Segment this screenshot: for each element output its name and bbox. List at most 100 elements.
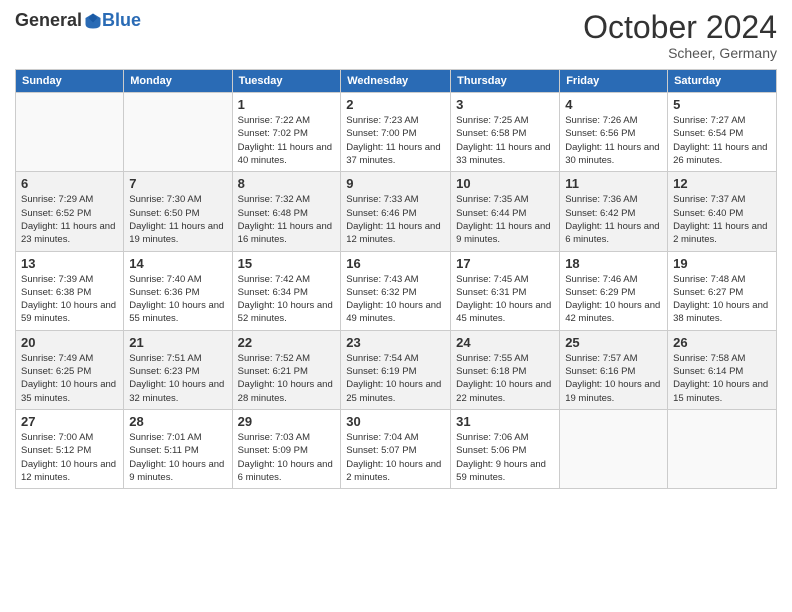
calendar-cell: 7 Sunrise: 7:30 AMSunset: 6:50 PMDayligh… xyxy=(124,172,232,251)
col-thursday: Thursday xyxy=(451,70,560,93)
cell-day-number: 23 xyxy=(346,335,445,350)
cell-day-number: 2 xyxy=(346,97,445,112)
cell-day-number: 25 xyxy=(565,335,662,350)
cell-day-number: 4 xyxy=(565,97,662,112)
calendar-cell: 27 Sunrise: 7:00 AMSunset: 5:12 PMDaylig… xyxy=(16,409,124,488)
calendar-cell: 26 Sunrise: 7:58 AMSunset: 6:14 PMDaylig… xyxy=(668,330,777,409)
cell-info: Sunrise: 7:45 AMSunset: 6:31 PMDaylight:… xyxy=(456,273,554,326)
logo: General Blue xyxy=(15,10,141,31)
cell-day-number: 6 xyxy=(21,176,118,191)
logo-blue: Blue xyxy=(102,10,141,31)
cell-day-number: 8 xyxy=(238,176,336,191)
cell-day-number: 19 xyxy=(673,256,771,271)
cell-day-number: 7 xyxy=(129,176,226,191)
cell-day-number: 26 xyxy=(673,335,771,350)
cell-info: Sunrise: 7:26 AMSunset: 6:56 PMDaylight:… xyxy=(565,114,662,167)
month-title: October 2024 xyxy=(583,10,777,45)
cell-info: Sunrise: 7:52 AMSunset: 6:21 PMDaylight:… xyxy=(238,352,336,405)
calendar-week-row: 6 Sunrise: 7:29 AMSunset: 6:52 PMDayligh… xyxy=(16,172,777,251)
cell-day-number: 14 xyxy=(129,256,226,271)
cell-info: Sunrise: 7:46 AMSunset: 6:29 PMDaylight:… xyxy=(565,273,662,326)
col-wednesday: Wednesday xyxy=(341,70,451,93)
calendar-cell: 25 Sunrise: 7:57 AMSunset: 6:16 PMDaylig… xyxy=(560,330,668,409)
cell-day-number: 21 xyxy=(129,335,226,350)
calendar-cell: 11 Sunrise: 7:36 AMSunset: 6:42 PMDaylig… xyxy=(560,172,668,251)
cell-info: Sunrise: 7:03 AMSunset: 5:09 PMDaylight:… xyxy=(238,431,336,484)
cell-info: Sunrise: 7:49 AMSunset: 6:25 PMDaylight:… xyxy=(21,352,118,405)
calendar-cell: 12 Sunrise: 7:37 AMSunset: 6:40 PMDaylig… xyxy=(668,172,777,251)
calendar-cell: 28 Sunrise: 7:01 AMSunset: 5:11 PMDaylig… xyxy=(124,409,232,488)
logo-icon xyxy=(84,12,102,30)
calendar-cell xyxy=(668,409,777,488)
calendar-cell: 15 Sunrise: 7:42 AMSunset: 6:34 PMDaylig… xyxy=(232,251,341,330)
cell-info: Sunrise: 7:06 AMSunset: 5:06 PMDaylight:… xyxy=(456,431,554,484)
calendar-cell: 17 Sunrise: 7:45 AMSunset: 6:31 PMDaylig… xyxy=(451,251,560,330)
calendar-cell: 14 Sunrise: 7:40 AMSunset: 6:36 PMDaylig… xyxy=(124,251,232,330)
calendar-week-row: 27 Sunrise: 7:00 AMSunset: 5:12 PMDaylig… xyxy=(16,409,777,488)
cell-info: Sunrise: 7:57 AMSunset: 6:16 PMDaylight:… xyxy=(565,352,662,405)
cell-day-number: 17 xyxy=(456,256,554,271)
calendar-cell: 4 Sunrise: 7:26 AMSunset: 6:56 PMDayligh… xyxy=(560,93,668,172)
cell-day-number: 24 xyxy=(456,335,554,350)
cell-info: Sunrise: 7:32 AMSunset: 6:48 PMDaylight:… xyxy=(238,193,336,246)
calendar-cell xyxy=(124,93,232,172)
cell-info: Sunrise: 7:39 AMSunset: 6:38 PMDaylight:… xyxy=(21,273,118,326)
cell-info: Sunrise: 7:23 AMSunset: 7:00 PMDaylight:… xyxy=(346,114,445,167)
calendar-cell: 16 Sunrise: 7:43 AMSunset: 6:32 PMDaylig… xyxy=(341,251,451,330)
cell-day-number: 1 xyxy=(238,97,336,112)
cell-info: Sunrise: 7:29 AMSunset: 6:52 PMDaylight:… xyxy=(21,193,118,246)
calendar-week-row: 13 Sunrise: 7:39 AMSunset: 6:38 PMDaylig… xyxy=(16,251,777,330)
calendar-cell: 29 Sunrise: 7:03 AMSunset: 5:09 PMDaylig… xyxy=(232,409,341,488)
calendar-cell xyxy=(560,409,668,488)
cell-info: Sunrise: 7:36 AMSunset: 6:42 PMDaylight:… xyxy=(565,193,662,246)
cell-info: Sunrise: 7:48 AMSunset: 6:27 PMDaylight:… xyxy=(673,273,771,326)
cell-info: Sunrise: 7:40 AMSunset: 6:36 PMDaylight:… xyxy=(129,273,226,326)
calendar-cell: 30 Sunrise: 7:04 AMSunset: 5:07 PMDaylig… xyxy=(341,409,451,488)
calendar-cell: 9 Sunrise: 7:33 AMSunset: 6:46 PMDayligh… xyxy=(341,172,451,251)
col-tuesday: Tuesday xyxy=(232,70,341,93)
calendar-cell: 22 Sunrise: 7:52 AMSunset: 6:21 PMDaylig… xyxy=(232,330,341,409)
cell-day-number: 31 xyxy=(456,414,554,429)
cell-info: Sunrise: 7:01 AMSunset: 5:11 PMDaylight:… xyxy=(129,431,226,484)
calendar-cell: 5 Sunrise: 7:27 AMSunset: 6:54 PMDayligh… xyxy=(668,93,777,172)
cell-day-number: 16 xyxy=(346,256,445,271)
calendar-cell: 23 Sunrise: 7:54 AMSunset: 6:19 PMDaylig… xyxy=(341,330,451,409)
cell-info: Sunrise: 7:42 AMSunset: 6:34 PMDaylight:… xyxy=(238,273,336,326)
calendar-week-row: 1 Sunrise: 7:22 AMSunset: 7:02 PMDayligh… xyxy=(16,93,777,172)
cell-info: Sunrise: 7:54 AMSunset: 6:19 PMDaylight:… xyxy=(346,352,445,405)
col-saturday: Saturday xyxy=(668,70,777,93)
cell-info: Sunrise: 7:25 AMSunset: 6:58 PMDaylight:… xyxy=(456,114,554,167)
cell-day-number: 30 xyxy=(346,414,445,429)
calendar-cell: 21 Sunrise: 7:51 AMSunset: 6:23 PMDaylig… xyxy=(124,330,232,409)
cell-day-number: 20 xyxy=(21,335,118,350)
cell-day-number: 9 xyxy=(346,176,445,191)
calendar-cell: 13 Sunrise: 7:39 AMSunset: 6:38 PMDaylig… xyxy=(16,251,124,330)
calendar-cell: 1 Sunrise: 7:22 AMSunset: 7:02 PMDayligh… xyxy=(232,93,341,172)
calendar-cell: 6 Sunrise: 7:29 AMSunset: 6:52 PMDayligh… xyxy=(16,172,124,251)
cell-info: Sunrise: 7:00 AMSunset: 5:12 PMDaylight:… xyxy=(21,431,118,484)
calendar-cell: 24 Sunrise: 7:55 AMSunset: 6:18 PMDaylig… xyxy=(451,330,560,409)
calendar-week-row: 20 Sunrise: 7:49 AMSunset: 6:25 PMDaylig… xyxy=(16,330,777,409)
cell-info: Sunrise: 7:58 AMSunset: 6:14 PMDaylight:… xyxy=(673,352,771,405)
cell-day-number: 3 xyxy=(456,97,554,112)
page: General Blue October 2024 Scheer, German… xyxy=(0,0,792,612)
cell-day-number: 15 xyxy=(238,256,336,271)
calendar-table: Sunday Monday Tuesday Wednesday Thursday… xyxy=(15,69,777,489)
cell-info: Sunrise: 7:27 AMSunset: 6:54 PMDaylight:… xyxy=(673,114,771,167)
cell-day-number: 28 xyxy=(129,414,226,429)
calendar-cell: 10 Sunrise: 7:35 AMSunset: 6:44 PMDaylig… xyxy=(451,172,560,251)
cell-info: Sunrise: 7:22 AMSunset: 7:02 PMDaylight:… xyxy=(238,114,336,167)
title-block: October 2024 Scheer, Germany xyxy=(583,10,777,61)
calendar-cell: 19 Sunrise: 7:48 AMSunset: 6:27 PMDaylig… xyxy=(668,251,777,330)
cell-info: Sunrise: 7:51 AMSunset: 6:23 PMDaylight:… xyxy=(129,352,226,405)
calendar-cell: 2 Sunrise: 7:23 AMSunset: 7:00 PMDayligh… xyxy=(341,93,451,172)
calendar-cell: 8 Sunrise: 7:32 AMSunset: 6:48 PMDayligh… xyxy=(232,172,341,251)
cell-day-number: 13 xyxy=(21,256,118,271)
calendar-cell: 31 Sunrise: 7:06 AMSunset: 5:06 PMDaylig… xyxy=(451,409,560,488)
col-monday: Monday xyxy=(124,70,232,93)
calendar-cell: 18 Sunrise: 7:46 AMSunset: 6:29 PMDaylig… xyxy=(560,251,668,330)
cell-info: Sunrise: 7:33 AMSunset: 6:46 PMDaylight:… xyxy=(346,193,445,246)
cell-info: Sunrise: 7:37 AMSunset: 6:40 PMDaylight:… xyxy=(673,193,771,246)
calendar-cell: 3 Sunrise: 7:25 AMSunset: 6:58 PMDayligh… xyxy=(451,93,560,172)
calendar-header-row: Sunday Monday Tuesday Wednesday Thursday… xyxy=(16,70,777,93)
